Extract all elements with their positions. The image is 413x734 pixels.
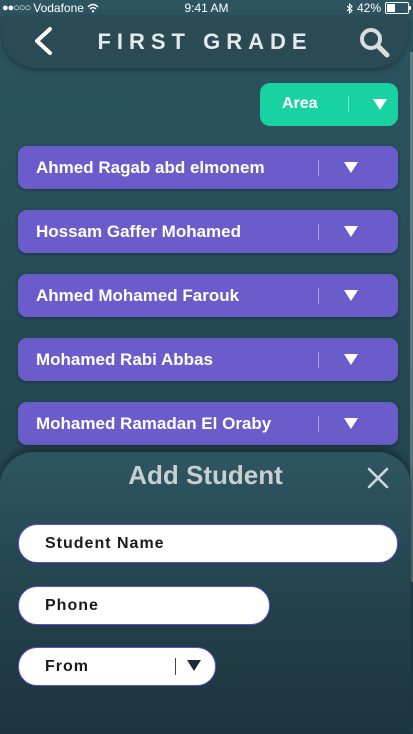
battery-percent: 42% [356, 1, 381, 15]
battery-icon [385, 2, 411, 14]
student-name: Mohamed Ramadan El Oraby [36, 414, 272, 433]
from-dropdown-label: From [45, 658, 89, 675]
area-dropdown-label: Area [282, 95, 318, 112]
sheet-title: Add Student [128, 460, 283, 490]
area-dropdown[interactable]: Area [260, 83, 398, 126]
student-row[interactable]: Mohamed Ramadan El Oraby [18, 402, 398, 445]
divider [318, 160, 319, 176]
chevron-down-icon [187, 660, 201, 671]
from-dropdown[interactable]: From [18, 647, 216, 686]
student-row[interactable]: Ahmed Mohamed Farouk [18, 274, 398, 317]
student-name: Mohamed Rabi Abbas [36, 350, 213, 369]
add-student-sheet: Add Student Student Name Phone From [0, 452, 411, 734]
student-row[interactable]: Ahmed Ragab abd elmonem [18, 146, 398, 189]
chevron-down-icon [373, 99, 387, 110]
chevron-down-icon[interactable] [344, 226, 358, 237]
search-icon[interactable] [358, 26, 390, 58]
divider [318, 352, 319, 368]
divider [318, 224, 319, 240]
phone-placeholder: Phone [45, 597, 99, 614]
student-row[interactable]: Mohamed Rabi Abbas [18, 338, 398, 381]
chevron-down-icon[interactable] [344, 418, 358, 429]
student-name: Ahmed Ragab abd elmonem [36, 158, 265, 177]
chevron-down-icon[interactable] [344, 290, 358, 301]
student-name-input[interactable]: Student Name [18, 524, 398, 563]
student-name: Hossam Gaffer Mohamed [36, 222, 241, 241]
divider [348, 96, 349, 112]
top-app-bar: FIRST GRADE [2, 16, 408, 68]
student-name: Ahmed Mohamed Farouk [36, 286, 240, 305]
page-title: FIRST GRADE [97, 29, 313, 54]
chevron-down-icon[interactable] [344, 354, 358, 365]
close-icon[interactable] [366, 466, 390, 490]
student-name-placeholder: Student Name [45, 535, 165, 552]
student-row[interactable]: Hossam Gaffer Mohamed [18, 210, 398, 253]
divider [318, 288, 319, 304]
chevron-down-icon[interactable] [344, 162, 358, 173]
status-bar: ●●○○○ Vodafone 9:41 AM 42% [0, 0, 413, 16]
divider [318, 416, 319, 432]
divider [175, 658, 176, 675]
bluetooth-icon [346, 2, 353, 14]
phone-input[interactable]: Phone [18, 586, 270, 625]
